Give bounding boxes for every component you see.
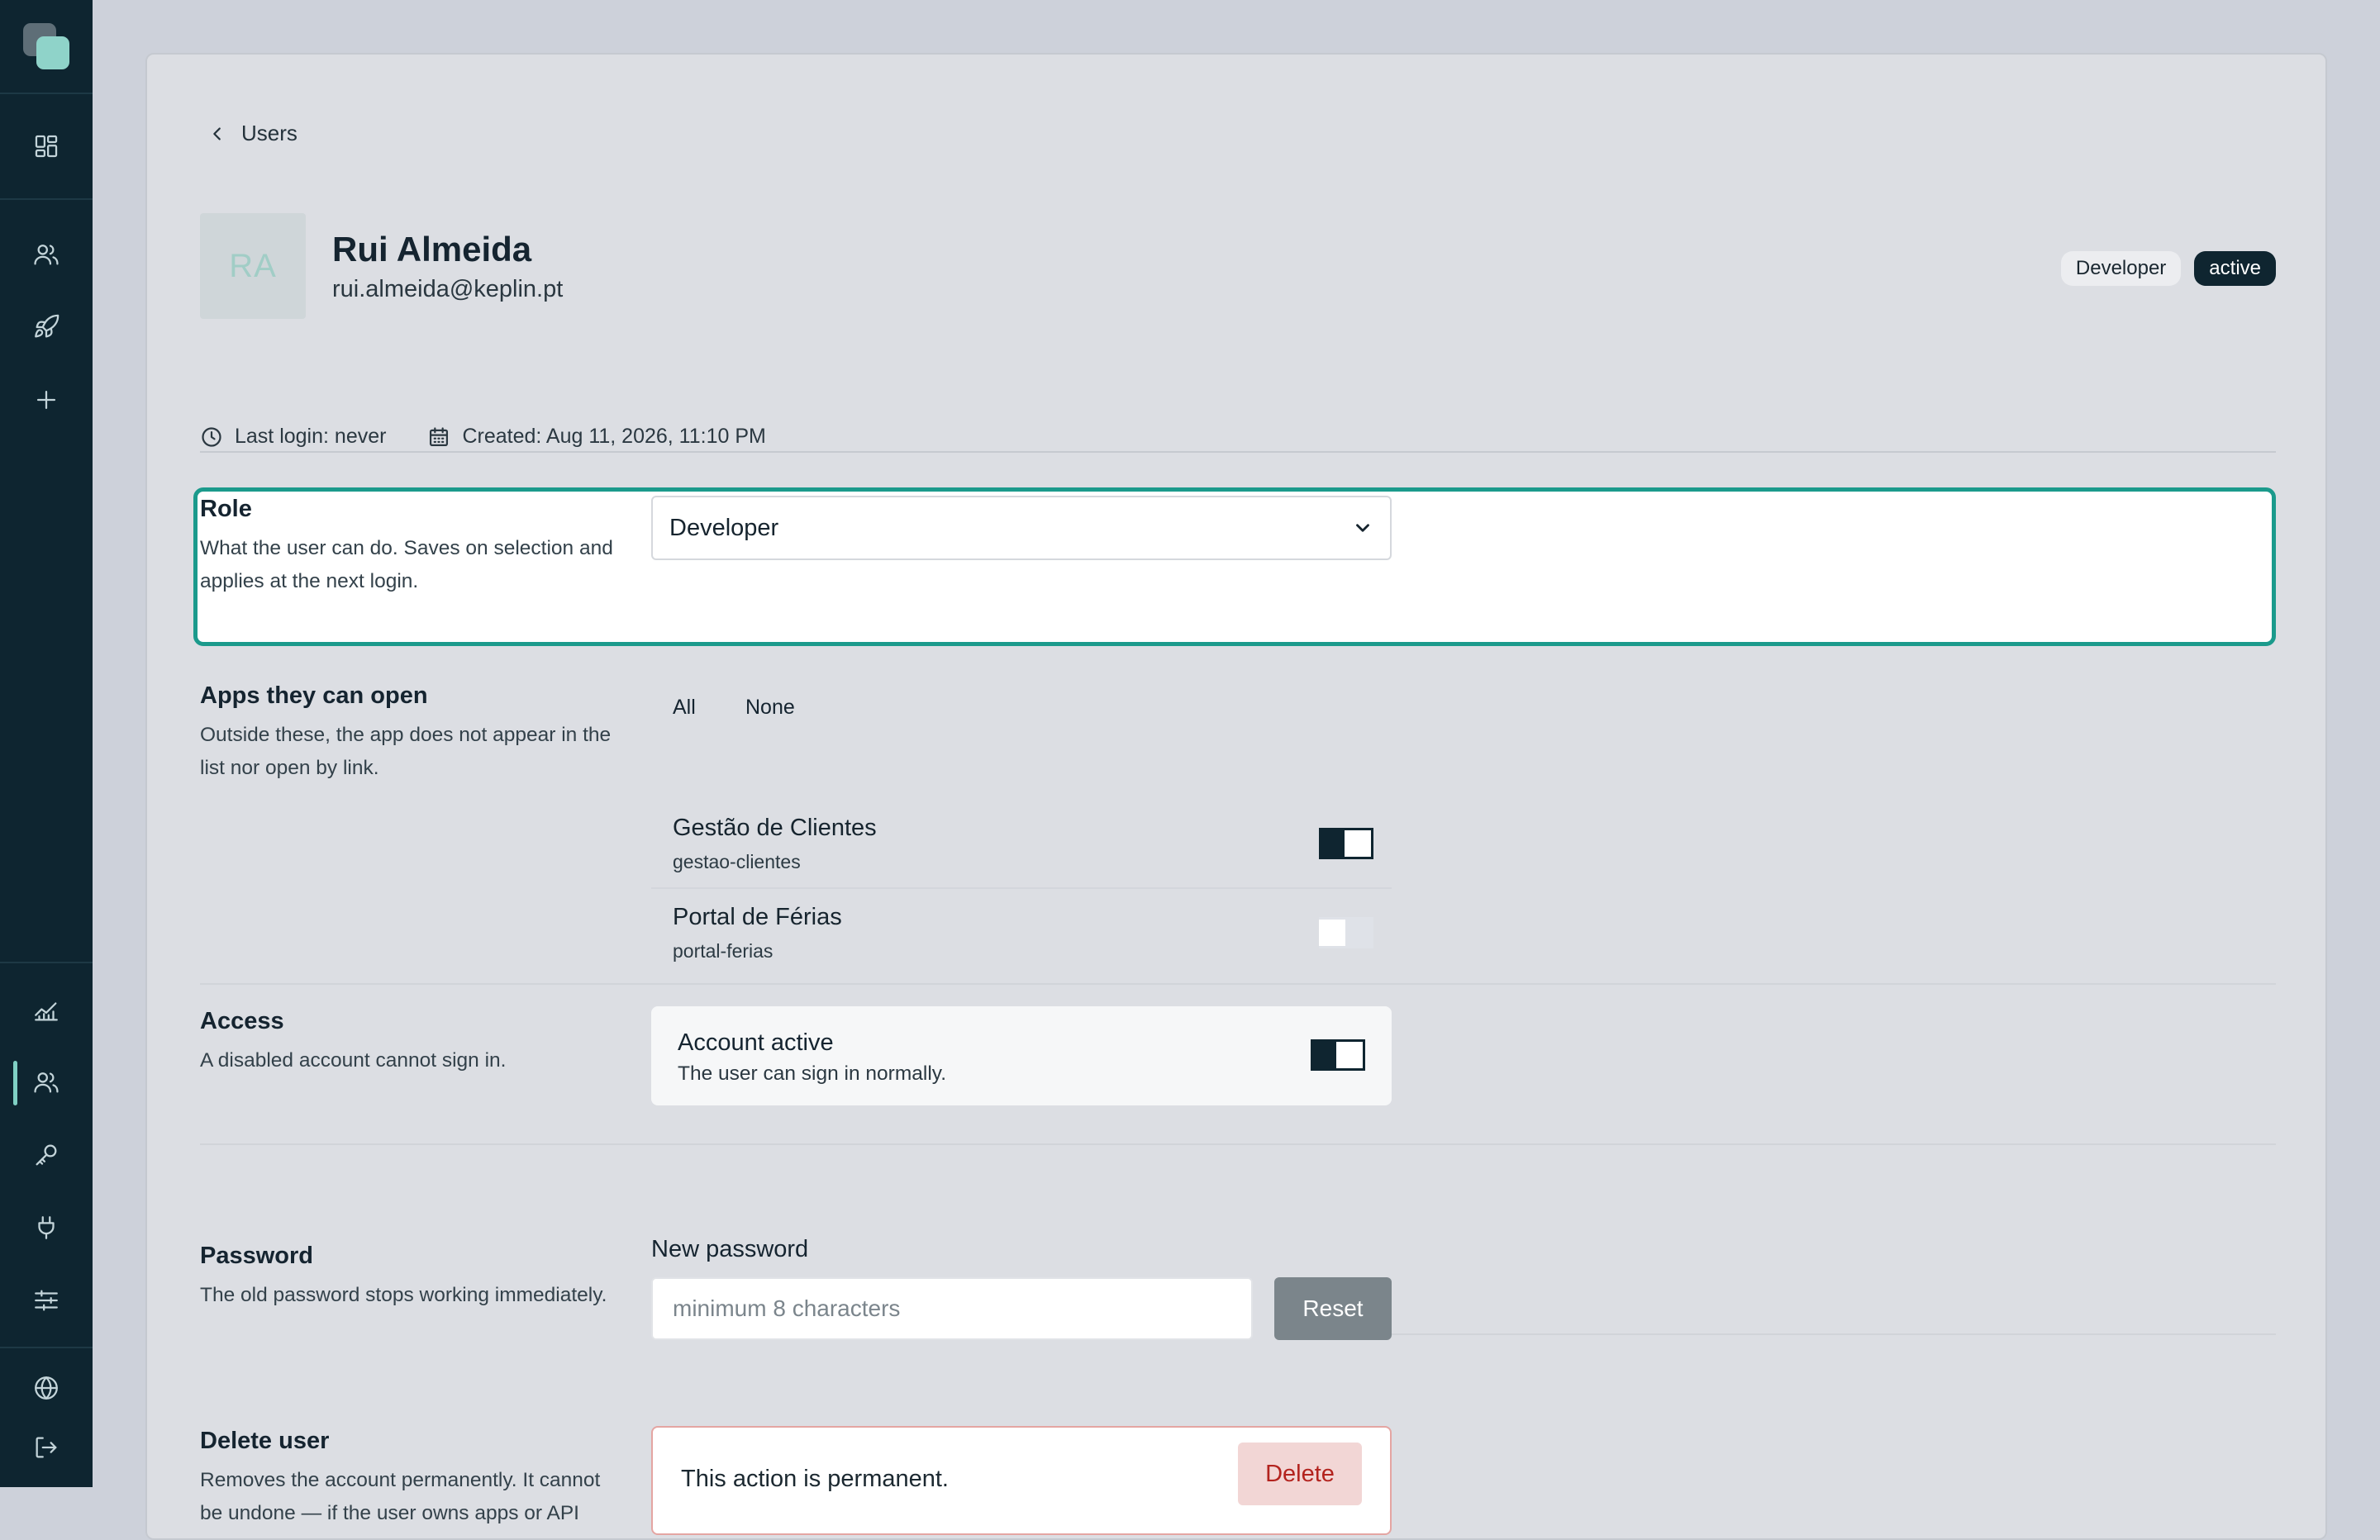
app-name: Gestão de Clientes: [673, 815, 877, 841]
delete-user-button[interactable]: Delete: [1238, 1443, 1362, 1505]
back-link[interactable]: Users: [208, 121, 298, 146]
last-login-text: Last login: never: [235, 425, 387, 448]
new-password-input[interactable]: [651, 1277, 1253, 1340]
analytics-icon[interactable]: [26, 991, 66, 1030]
chevron-left-icon: [213, 126, 221, 140]
reset-password-button[interactable]: Reset: [1274, 1277, 1392, 1340]
badge-group: Developer active: [2060, 251, 2276, 286]
app-access-toggle[interactable]: [1319, 828, 1373, 859]
role-title: Role: [200, 496, 252, 522]
created-date: Created: Aug 11, 2026, 11:10 PM: [427, 425, 766, 449]
password-title: Password: [200, 1243, 313, 1269]
password-description: The old password stops working immediate…: [200, 1284, 607, 1306]
chevron-down-icon: [1356, 524, 1369, 532]
key-icon[interactable]: [26, 1135, 66, 1175]
divider: [200, 451, 2276, 453]
select-all-button[interactable]: All: [673, 696, 696, 720]
new-password-label: New password: [651, 1236, 809, 1262]
toggle-knob: [1336, 1042, 1363, 1068]
divider: [200, 1143, 2276, 1145]
app-slug: gestao-clientes: [673, 851, 801, 872]
app-name: Portal de Férias: [673, 904, 842, 930]
select-none-button[interactable]: None: [745, 696, 795, 720]
plug-icon[interactable]: [26, 1208, 66, 1248]
user-email: rui.almeida@keplin.pt: [332, 276, 564, 302]
users-icon[interactable]: [26, 235, 66, 274]
sidebar-divider: [0, 93, 93, 94]
user-name: Rui Almeida: [332, 230, 532, 269]
last-login: Last login: never: [200, 425, 386, 449]
app-row: Gestão de Clientes gestao-clientes: [651, 800, 1392, 889]
toggle-knob: [1345, 830, 1371, 857]
user-meta: Last login: never Created: Aug 11, 2026,…: [200, 425, 807, 449]
toggle-knob: [1319, 920, 1345, 946]
clock-icon: [202, 426, 221, 447]
delete-description: Removes the account permanently. It cann…: [200, 1469, 601, 1524]
app-row: Portal de Férias portal-ferias: [651, 889, 1392, 978]
calendar-icon: [430, 426, 449, 446]
created-text: Created: Aug 11, 2026, 11:10 PM: [462, 425, 766, 448]
globe-icon[interactable]: [26, 1368, 66, 1408]
app-access-toggle[interactable]: [1319, 917, 1373, 948]
dashboard-icon[interactable]: [26, 126, 66, 166]
sidebar-divider: [0, 1347, 93, 1348]
sidebar: [0, 0, 93, 1487]
delete-warning: This action is permanent.: [681, 1466, 949, 1492]
account-active-toggle[interactable]: [1311, 1039, 1365, 1071]
rocket-icon[interactable]: [26, 307, 66, 347]
account-active-title: Account active: [678, 1029, 834, 1056]
role-select-value: Developer: [669, 514, 779, 541]
plus-icon[interactable]: [26, 380, 66, 420]
user-detail-card: Users RA Rui Almeida rui.almeida@keplin.…: [145, 53, 2327, 1540]
back-label: Users: [241, 121, 298, 145]
divider: [1392, 1333, 2276, 1335]
active-indicator: [13, 1061, 17, 1105]
sidebar-divider: [0, 962, 93, 963]
apps-description: Outside these, the app does not appear i…: [200, 724, 612, 779]
avatar: RA: [200, 213, 306, 319]
delete-title: Delete user: [200, 1428, 330, 1454]
access-title: Access: [200, 1008, 284, 1034]
apps-title: Apps they can open: [200, 682, 428, 709]
role-badge: Developer: [2060, 251, 2182, 286]
sliders-icon[interactable]: [26, 1281, 66, 1320]
app-slug: portal-ferias: [673, 940, 774, 962]
account-active-card: Account active The user can sign in norm…: [651, 1006, 1392, 1105]
status-badge: active: [2194, 251, 2276, 286]
logo-shape-front: [36, 36, 69, 69]
delete-user-card: This action is permanent. Delete: [651, 1426, 1392, 1535]
users-icon[interactable]: [26, 1062, 66, 1102]
logout-icon[interactable]: [26, 1428, 66, 1467]
role-description: What the user can do. Saves on selection…: [200, 537, 613, 592]
role-select[interactable]: Developer: [651, 496, 1392, 560]
divider: [200, 983, 2276, 985]
account-active-subtitle: The user can sign in normally.: [678, 1062, 946, 1085]
app-logo[interactable]: [23, 23, 69, 69]
sidebar-divider: [0, 198, 93, 200]
